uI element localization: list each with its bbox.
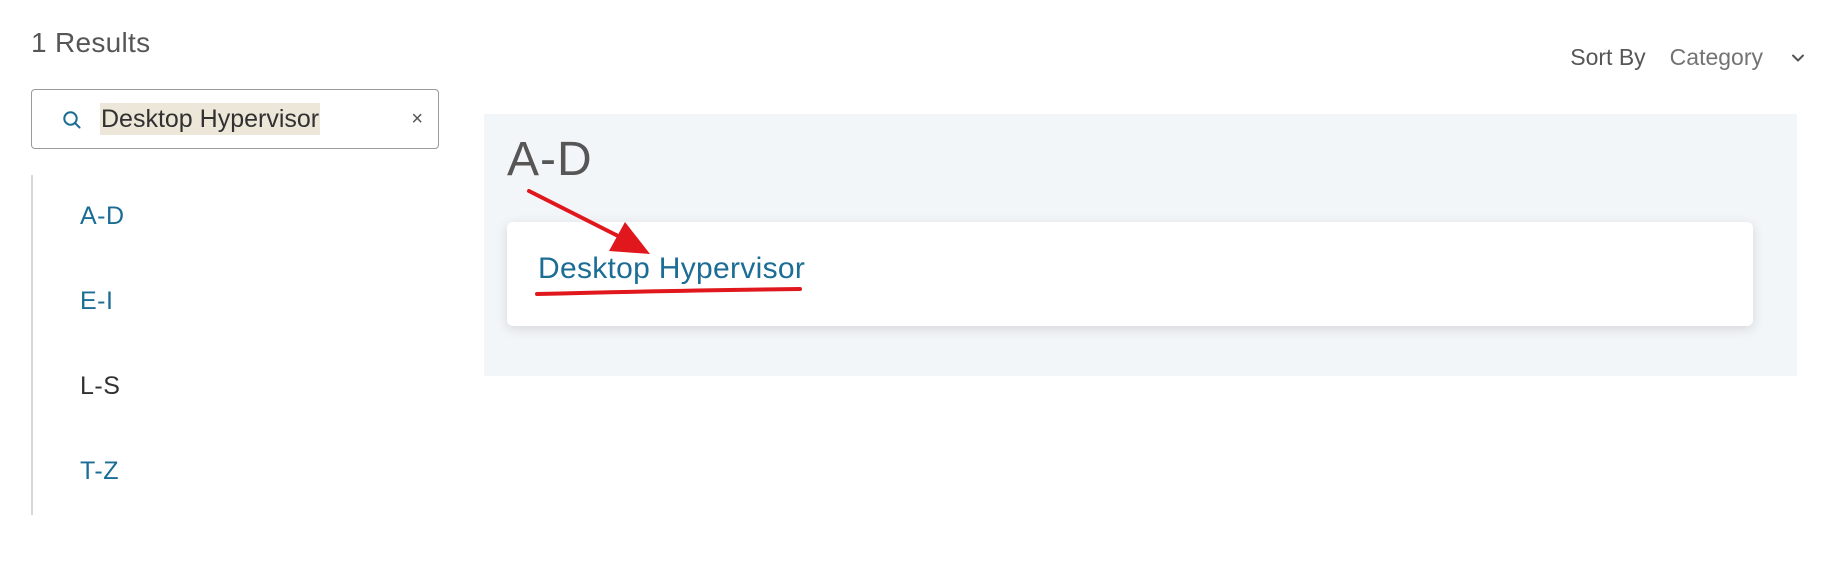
sort-select-value: Category: [1669, 44, 1763, 70]
nav-rail: [31, 175, 33, 515]
results-count: 1 Results: [31, 27, 151, 58]
search-input-value[interactable]: Desktop Hypervisor: [100, 103, 321, 135]
sort-by-label: Sort By: [1570, 44, 1646, 70]
sort-select[interactable]: Category: [1670, 44, 1805, 71]
results-panel: A-D Desktop Hypervisor: [484, 114, 1797, 376]
nav-item-l-s[interactable]: L-S: [80, 372, 120, 401]
nav-item-t-z[interactable]: T-Z: [80, 457, 119, 486]
nav-item-e-i[interactable]: E-I: [80, 287, 113, 316]
result-card[interactable]: Desktop Hypervisor: [507, 222, 1753, 326]
sort-by-control: Sort By Category: [1570, 44, 1805, 71]
page: 1 Results Sort By Category Desktop Hyper…: [0, 0, 1843, 580]
nav-item-a-d[interactable]: A-D: [80, 202, 125, 231]
chevron-down-icon: [1792, 54, 1804, 61]
search-icon: [63, 111, 81, 129]
search-input[interactable]: Desktop Hypervisor ×: [31, 89, 439, 149]
result-link[interactable]: Desktop Hypervisor: [538, 252, 805, 286]
close-icon[interactable]: ×: [411, 107, 423, 131]
group-heading: A-D: [507, 133, 593, 186]
